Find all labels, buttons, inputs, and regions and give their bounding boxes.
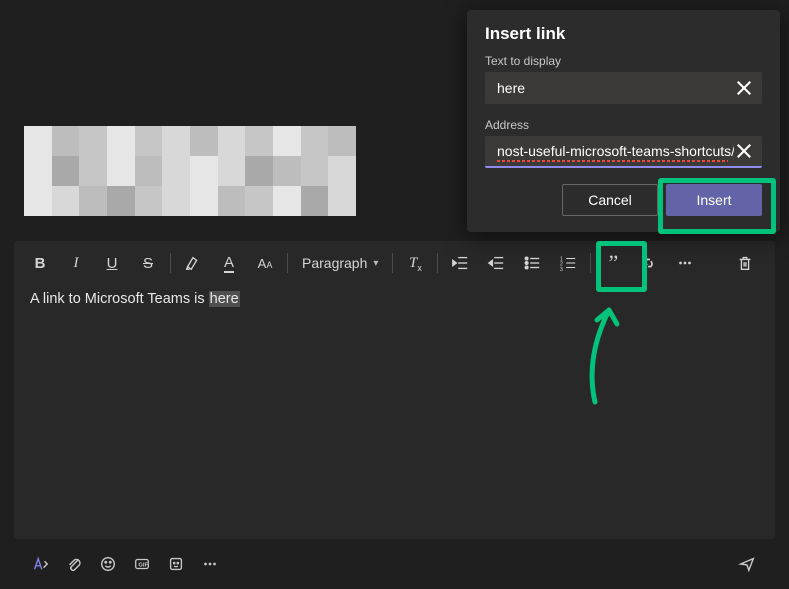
more-actions-button[interactable] (194, 548, 226, 580)
cancel-button[interactable]: Cancel (562, 184, 658, 216)
editor-text: A link to Microsoft Teams is (30, 291, 209, 307)
delete-button[interactable] (727, 245, 763, 281)
message-editor[interactable]: A link to Microsoft Teams is here (14, 285, 775, 313)
increase-indent-button[interactable] (478, 245, 514, 281)
svg-text:3: 3 (560, 267, 563, 272)
bold-button[interactable]: B (22, 245, 58, 281)
decrease-indent-button[interactable] (442, 245, 478, 281)
send-button[interactable] (731, 548, 763, 580)
text-to-display-field[interactable] (485, 72, 762, 104)
obscured-region (24, 126, 356, 216)
format-button[interactable] (24, 548, 56, 580)
font-size-button[interactable]: AA (247, 245, 283, 281)
compose-bottom-bar: GIF (14, 542, 775, 586)
separator (170, 253, 171, 273)
separator (437, 253, 438, 273)
separator (590, 253, 591, 273)
giphy-button[interactable]: GIF (126, 548, 158, 580)
editor-selected-text: here (209, 291, 240, 307)
separator (392, 253, 393, 273)
bulleted-list-button[interactable] (514, 245, 550, 281)
dialog-title: Insert link (485, 24, 762, 44)
address-label: Address (485, 118, 762, 132)
text-to-display-label: Text to display (485, 54, 762, 68)
italic-button[interactable]: I (58, 245, 94, 281)
more-options-button[interactable] (667, 245, 703, 281)
format-toolbar: B I U S A AA Paragraph Tx 123 (14, 241, 775, 285)
paragraph-style-dropdown[interactable]: Paragraph (292, 245, 388, 281)
address-input[interactable] (497, 143, 734, 159)
emoji-button[interactable] (92, 548, 124, 580)
clear-formatting-button[interactable]: Tx (397, 245, 433, 281)
clear-text-icon[interactable] (734, 78, 754, 98)
underline-button[interactable]: U (94, 245, 130, 281)
insert-link-button[interactable] (631, 245, 667, 281)
clear-address-icon[interactable] (734, 141, 754, 161)
insert-link-dialog: Insert link Text to display Address Canc… (467, 10, 780, 232)
svg-text:GIF: GIF (138, 563, 148, 569)
strikethrough-button[interactable]: S (130, 245, 166, 281)
insert-button[interactable]: Insert (666, 184, 762, 216)
separator (287, 253, 288, 273)
highlight-button[interactable] (175, 245, 211, 281)
attach-button[interactable] (58, 548, 90, 580)
compose-box: B I U S A AA Paragraph Tx 123 (14, 241, 775, 539)
font-color-button[interactable]: A (211, 245, 247, 281)
address-field[interactable] (485, 136, 762, 168)
sticker-button[interactable] (160, 548, 192, 580)
quote-button[interactable]: ” (595, 245, 631, 281)
text-to-display-input[interactable] (497, 80, 734, 96)
spellcheck-underline (497, 160, 728, 162)
numbered-list-button[interactable]: 123 (550, 245, 586, 281)
